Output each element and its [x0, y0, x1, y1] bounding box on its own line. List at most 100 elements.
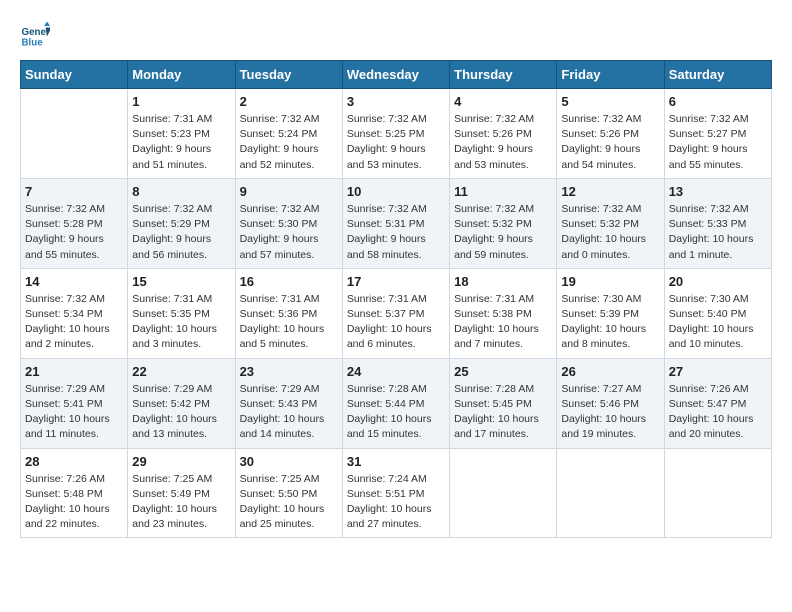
day-info: Sunrise: 7:27 AMSunset: 5:46 PMDaylight:…: [561, 382, 659, 443]
weekday-header-sunday: Sunday: [21, 61, 128, 89]
calendar-cell: 11 Sunrise: 7:32 AMSunset: 5:32 PMDayligh…: [450, 178, 557, 268]
day-info: Sunrise: 7:31 AMSunset: 5:23 PMDaylight:…: [132, 112, 230, 173]
day-number: 31: [347, 454, 445, 469]
day-number: 30: [240, 454, 338, 469]
day-number: 20: [669, 274, 767, 289]
calendar-cell: 13Sunrise: 7:32 AMSunset: 5:33 PMDayligh…: [664, 178, 771, 268]
calendar-cell: 4 Sunrise: 7:32 AMSunset: 5:26 PMDaylight…: [450, 89, 557, 179]
day-number: 26: [561, 364, 659, 379]
day-number: 14: [25, 274, 123, 289]
day-info: Sunrise: 7:24 AMSunset: 5:51 PMDaylight:…: [347, 472, 445, 533]
day-info: Sunrise: 7:32 AMSunset: 5:30 PMDaylight:…: [240, 202, 338, 263]
day-info: Sunrise: 7:32 AMSunset: 5:31 PMDaylight:…: [347, 202, 445, 263]
day-number: 19: [561, 274, 659, 289]
day-number: 15: [132, 274, 230, 289]
calendar-cell: 19 Sunrise: 7:30 AMSunset: 5:39 PMDayligh…: [557, 268, 664, 358]
day-info: Sunrise: 7:28 AMSunset: 5:45 PMDaylight:…: [454, 382, 552, 443]
calendar-cell: 2 Sunrise: 7:32 AMSunset: 5:24 PMDaylight…: [235, 89, 342, 179]
day-info: Sunrise: 7:32 AMSunset: 5:25 PMDaylight:…: [347, 112, 445, 173]
day-number: 12: [561, 184, 659, 199]
day-info: Sunrise: 7:32 AMSunset: 5:32 PMDaylight:…: [454, 202, 552, 263]
day-number: 17: [347, 274, 445, 289]
calendar-cell: 1 Sunrise: 7:31 AMSunset: 5:23 PMDaylight…: [128, 89, 235, 179]
weekday-header-wednesday: Wednesday: [342, 61, 449, 89]
calendar-cell: 7Sunrise: 7:32 AMSunset: 5:28 PMDaylight…: [21, 178, 128, 268]
day-info: Sunrise: 7:31 AMSunset: 5:36 PMDaylight:…: [240, 292, 338, 353]
calendar-cell: 9 Sunrise: 7:32 AMSunset: 5:30 PMDaylight…: [235, 178, 342, 268]
calendar-cell: 20 Sunrise: 7:30 AMSunset: 5:40 PMDayligh…: [664, 268, 771, 358]
calendar-cell: 28 Sunrise: 7:26 AMSunset: 5:48 PMDayligh…: [21, 448, 128, 538]
day-number: 22: [132, 364, 230, 379]
calendar-cell: 23 Sunrise: 7:29 AMSunset: 5:43 PMDayligh…: [235, 358, 342, 448]
day-number: 11: [454, 184, 552, 199]
calendar-cell: 27Sunrise: 7:26 AMSunset: 5:47 PMDayligh…: [664, 358, 771, 448]
day-number: 6: [669, 94, 767, 109]
calendar-cell: 3 Sunrise: 7:32 AMSunset: 5:25 PMDaylight…: [342, 89, 449, 179]
day-info: Sunrise: 7:29 AMSunset: 5:41 PMDaylight:…: [25, 382, 123, 443]
day-info: Sunrise: 7:30 AMSunset: 5:40 PMDaylight:…: [669, 292, 767, 353]
calendar-cell: 24Sunrise: 7:28 AMSunset: 5:44 PMDayligh…: [342, 358, 449, 448]
calendar-cell: 5Sunrise: 7:32 AMSunset: 5:26 PMDaylight…: [557, 89, 664, 179]
calendar-cell: [664, 448, 771, 538]
day-number: 23: [240, 364, 338, 379]
calendar-cell: 17 Sunrise: 7:31 AMSunset: 5:37 PMDayligh…: [342, 268, 449, 358]
day-number: 4: [454, 94, 552, 109]
day-number: 29: [132, 454, 230, 469]
day-number: 2: [240, 94, 338, 109]
day-number: 25: [454, 364, 552, 379]
day-info: Sunrise: 7:29 AMSunset: 5:42 PMDaylight:…: [132, 382, 230, 443]
day-info: Sunrise: 7:32 AMSunset: 5:26 PMDaylight:…: [454, 112, 552, 173]
logo: General Blue: [20, 20, 50, 50]
day-info: Sunrise: 7:32 AMSunset: 5:24 PMDaylight:…: [240, 112, 338, 173]
day-info: Sunrise: 7:31 AMSunset: 5:38 PMDaylight:…: [454, 292, 552, 353]
day-info: Sunrise: 7:26 AMSunset: 5:48 PMDaylight:…: [25, 472, 123, 533]
weekday-header-tuesday: Tuesday: [235, 61, 342, 89]
calendar-cell: 26 Sunrise: 7:27 AMSunset: 5:46 PMDayligh…: [557, 358, 664, 448]
day-info: Sunrise: 7:32 AMSunset: 5:33 PMDaylight:…: [669, 202, 767, 263]
day-number: 21: [25, 364, 123, 379]
day-number: 28: [25, 454, 123, 469]
day-info: Sunrise: 7:26 AMSunset: 5:47 PMDaylight:…: [669, 382, 767, 443]
day-info: Sunrise: 7:30 AMSunset: 5:39 PMDaylight:…: [561, 292, 659, 353]
day-number: 1: [132, 94, 230, 109]
calendar-cell: 14 Sunrise: 7:32 AMSunset: 5:34 PMDayligh…: [21, 268, 128, 358]
day-number: 8: [132, 184, 230, 199]
day-number: 9: [240, 184, 338, 199]
day-info: Sunrise: 7:32 AMSunset: 5:29 PMDaylight:…: [132, 202, 230, 263]
calendar-cell: 31 Sunrise: 7:24 AMSunset: 5:51 PMDayligh…: [342, 448, 449, 538]
week-row-4: 21 Sunrise: 7:29 AMSunset: 5:41 PMDayligh…: [21, 358, 772, 448]
day-info: Sunrise: 7:32 AMSunset: 5:34 PMDaylight:…: [25, 292, 123, 353]
day-info: Sunrise: 7:31 AMSunset: 5:37 PMDaylight:…: [347, 292, 445, 353]
weekday-header-friday: Friday: [557, 61, 664, 89]
page-header: General Blue: [20, 20, 772, 50]
day-number: 16: [240, 274, 338, 289]
day-info: Sunrise: 7:31 AMSunset: 5:35 PMDaylight:…: [132, 292, 230, 353]
calendar-cell: 25 Sunrise: 7:28 AMSunset: 5:45 PMDayligh…: [450, 358, 557, 448]
calendar-cell: 15 Sunrise: 7:31 AMSunset: 5:35 PMDayligh…: [128, 268, 235, 358]
day-number: 18: [454, 274, 552, 289]
svg-text:Blue: Blue: [22, 38, 44, 49]
week-row-3: 14 Sunrise: 7:32 AMSunset: 5:34 PMDayligh…: [21, 268, 772, 358]
calendar-cell: 8 Sunrise: 7:32 AMSunset: 5:29 PMDaylight…: [128, 178, 235, 268]
week-row-1: 1 Sunrise: 7:31 AMSunset: 5:23 PMDaylight…: [21, 89, 772, 179]
calendar-cell: [450, 448, 557, 538]
day-number: 3: [347, 94, 445, 109]
calendar-cell: 22 Sunrise: 7:29 AMSunset: 5:42 PMDayligh…: [128, 358, 235, 448]
day-number: 5: [561, 94, 659, 109]
weekday-header-saturday: Saturday: [664, 61, 771, 89]
calendar-cell: 18 Sunrise: 7:31 AMSunset: 5:38 PMDayligh…: [450, 268, 557, 358]
calendar-table: SundayMondayTuesdayWednesdayThursdayFrid…: [20, 60, 772, 538]
week-row-5: 28 Sunrise: 7:26 AMSunset: 5:48 PMDayligh…: [21, 448, 772, 538]
calendar-cell: [21, 89, 128, 179]
calendar-cell: 6Sunrise: 7:32 AMSunset: 5:27 PMDaylight…: [664, 89, 771, 179]
day-number: 7: [25, 184, 123, 199]
weekday-header-thursday: Thursday: [450, 61, 557, 89]
day-info: Sunrise: 7:32 AMSunset: 5:32 PMDaylight:…: [561, 202, 659, 263]
calendar-cell: 16 Sunrise: 7:31 AMSunset: 5:36 PMDayligh…: [235, 268, 342, 358]
day-info: Sunrise: 7:29 AMSunset: 5:43 PMDaylight:…: [240, 382, 338, 443]
calendar-cell: 21 Sunrise: 7:29 AMSunset: 5:41 PMDayligh…: [21, 358, 128, 448]
day-info: Sunrise: 7:25 AMSunset: 5:50 PMDaylight:…: [240, 472, 338, 533]
day-info: Sunrise: 7:28 AMSunset: 5:44 PMDaylight:…: [347, 382, 445, 443]
weekday-header-row: SundayMondayTuesdayWednesdayThursdayFrid…: [21, 61, 772, 89]
day-info: Sunrise: 7:25 AMSunset: 5:49 PMDaylight:…: [132, 472, 230, 533]
